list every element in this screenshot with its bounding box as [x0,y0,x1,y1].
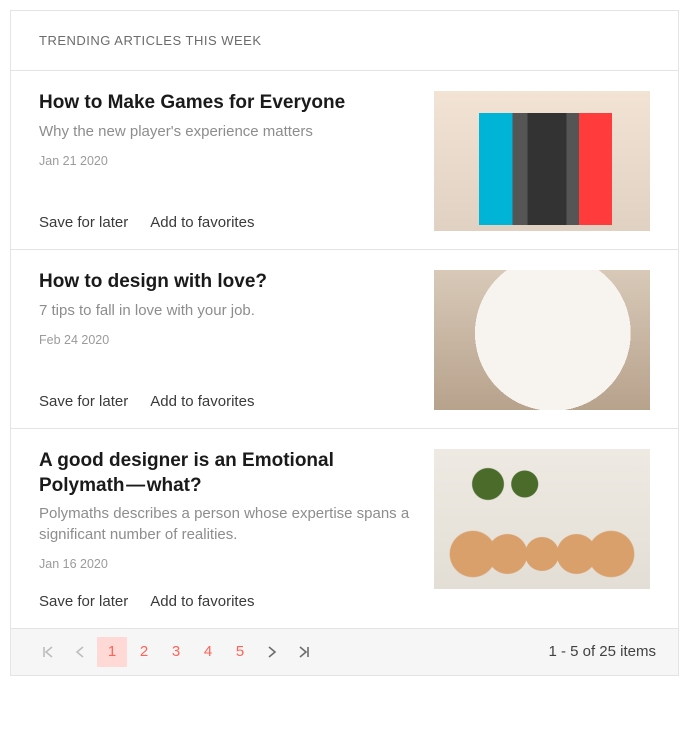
add-to-favorites-button[interactable]: Add to favorites [150,214,254,231]
article-excerpt: 7 tips to fall in love with your job. [39,301,416,321]
article-actions: Save for later Add to favorites [39,196,416,231]
article-actions: Save for later Add to favorites [39,375,416,410]
last-page-icon [298,646,310,658]
chevron-left-icon [75,646,85,658]
pager-prev-button[interactable] [65,637,95,667]
article-item: A good designer is an Emotional Polymath… [11,429,678,629]
panel-header: Trending Articles This Week [11,11,678,71]
panel-title: Trending Articles This Week [39,33,262,48]
article-item: How to Make Games for Everyone Why the n… [11,71,678,250]
article-thumbnail[interactable] [434,270,650,410]
save-for-later-button[interactable]: Save for later [39,393,128,410]
pager: 1 2 3 4 5 1 - 5 of 25 items [11,629,678,675]
article-title[interactable]: A good designer is an Emotional Polymath… [39,449,416,498]
add-to-favorites-button[interactable]: Add to favorites [150,393,254,410]
article-excerpt: Polymaths describes a person whose exper… [39,504,416,545]
article-title[interactable]: How to design with love? [39,270,416,295]
article-item: How to design with love? 7 tips to fall … [11,250,678,429]
pager-next-button[interactable] [257,637,287,667]
article-actions: Save for later Add to favorites [39,575,416,610]
article-body: How to Make Games for Everyone Why the n… [39,91,416,231]
pager-page-5[interactable]: 5 [225,637,255,667]
trending-articles-panel: Trending Articles This Week How to Make … [10,10,679,676]
article-title[interactable]: How to Make Games for Everyone [39,91,416,116]
article-body: A good designer is an Emotional Polymath… [39,449,416,610]
article-excerpt: Why the new player's experience matters [39,122,416,142]
chevron-right-icon [267,646,277,658]
article-date: Feb 24 2020 [39,333,416,347]
add-to-favorites-button[interactable]: Add to favorites [150,593,254,610]
save-for-later-button[interactable]: Save for later [39,214,128,231]
pager-nav: 1 2 3 4 5 [33,637,319,667]
pager-first-button[interactable] [33,637,63,667]
save-for-later-button[interactable]: Save for later [39,593,128,610]
article-date: Jan 21 2020 [39,154,416,168]
pager-info: 1 - 5 of 25 items [548,643,656,660]
article-thumbnail[interactable] [434,449,650,589]
pager-page-3[interactable]: 3 [161,637,191,667]
article-body: How to design with love? 7 tips to fall … [39,270,416,410]
article-date: Jan 16 2020 [39,557,416,571]
pager-page-2[interactable]: 2 [129,637,159,667]
pager-page-4[interactable]: 4 [193,637,223,667]
first-page-icon [42,646,54,658]
article-thumbnail[interactable] [434,91,650,231]
pager-last-button[interactable] [289,637,319,667]
pager-page-1[interactable]: 1 [97,637,127,667]
